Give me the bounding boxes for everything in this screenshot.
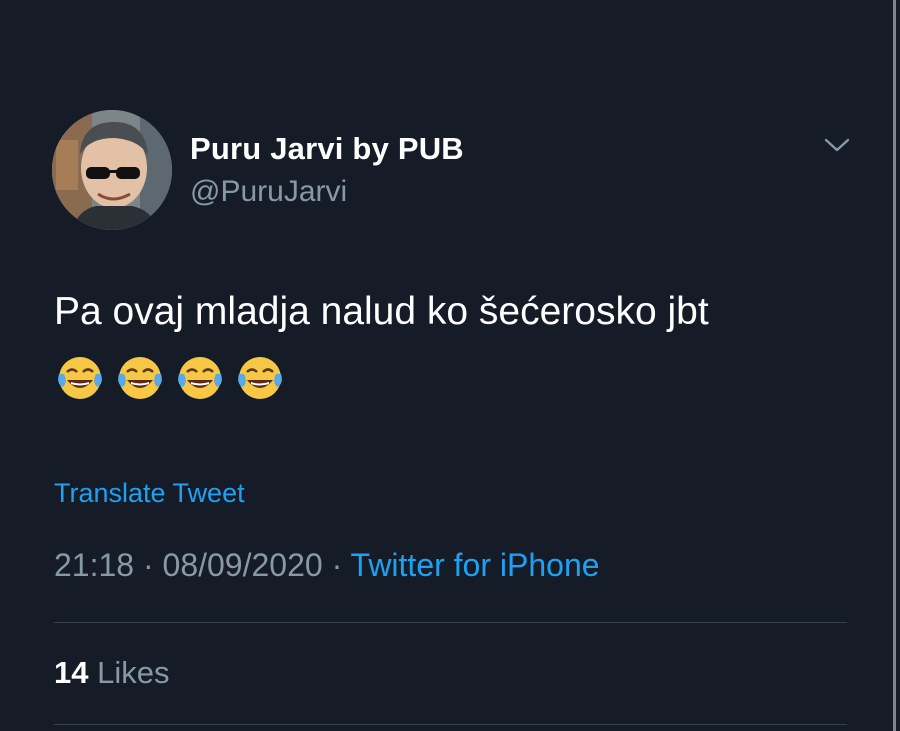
chevron-down-icon (824, 138, 850, 152)
tweet-time: 21:18 (54, 547, 135, 583)
scroll-edge (893, 0, 896, 731)
divider (54, 724, 847, 725)
divider (54, 622, 847, 623)
likes-label: Likes (97, 655, 170, 690)
avatar-photo-icon (52, 110, 172, 230)
author-display-name[interactable]: Puru Jarvi by PUB (190, 131, 464, 167)
tears-of-joy-emoji-icon (118, 357, 162, 399)
tweet-menu-button[interactable] (822, 134, 852, 156)
meta-separator: · (322, 547, 351, 583)
avatar[interactable] (52, 110, 172, 230)
tweet-date: 08/09/2020 (162, 547, 323, 583)
tweet-emoji-row (54, 352, 286, 406)
author-handle[interactable]: @PuruJarvi (190, 175, 347, 209)
likes-link[interactable]: 14 Likes (54, 655, 169, 691)
translate-tweet-link[interactable]: Translate Tweet (54, 478, 245, 509)
tears-of-joy-emoji-icon (58, 357, 102, 399)
tweet-text: Pa ovaj mladja nalud ko šećerosko jbt (54, 290, 709, 333)
tears-of-joy-emoji-icon (178, 357, 222, 399)
tears-of-joy-emoji-icon (238, 357, 282, 399)
tweet-meta: 21:18 · 08/09/2020 · Twitter for iPhone (54, 547, 600, 584)
meta-separator: · (134, 547, 163, 583)
tweet-source-link[interactable]: Twitter for iPhone (351, 547, 600, 583)
likes-count: 14 (54, 655, 89, 690)
